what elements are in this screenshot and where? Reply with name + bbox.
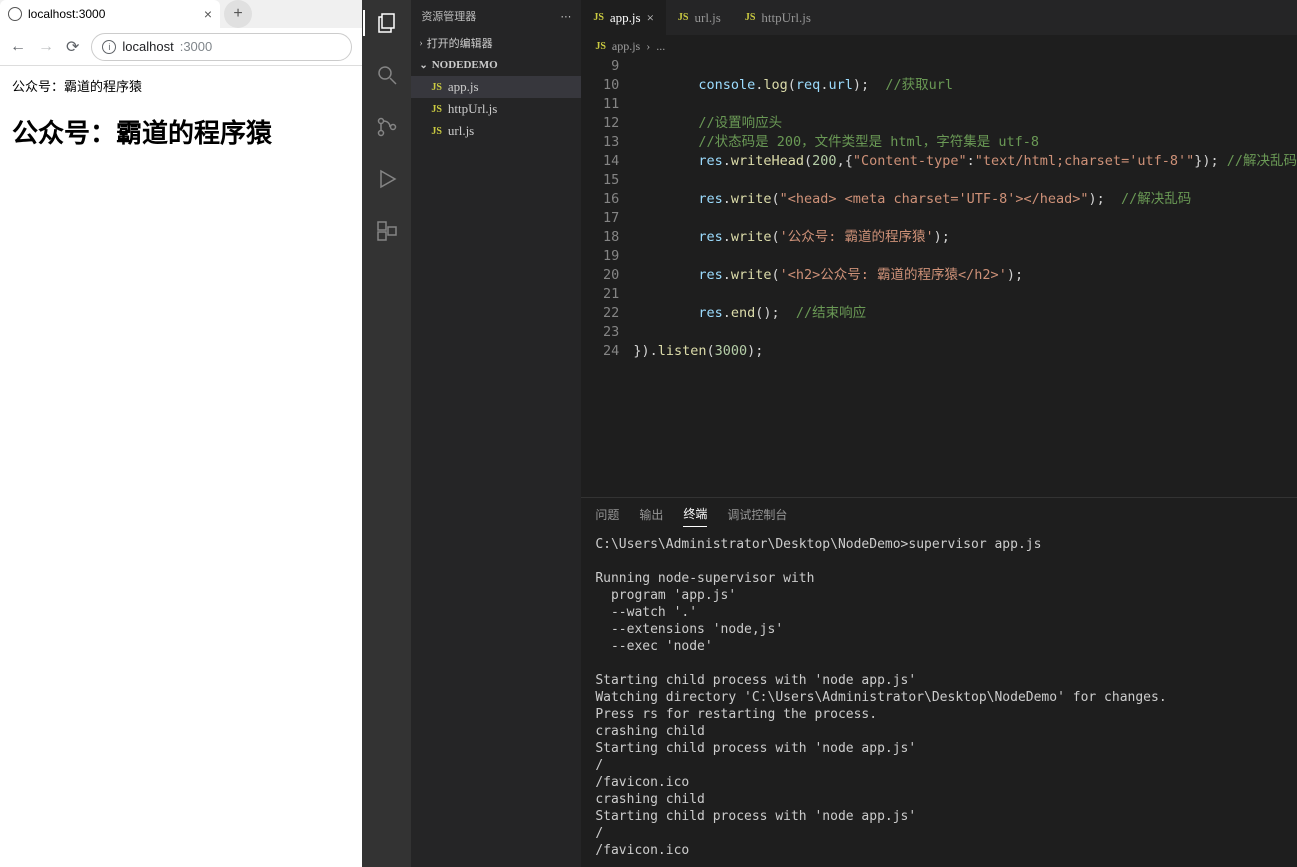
js-icon: JS [678,12,689,23]
js-icon: JS [431,126,442,137]
code-editor[interactable]: 9101112131415161718192021222324 console.… [581,57,1297,497]
tab-terminal[interactable]: 终端 [683,501,707,527]
tab-label: url.js [694,10,720,26]
page-heading: 公众号：霸道的程序猿 [12,113,350,150]
url-port: :3000 [180,39,213,54]
tab-label: app.js [610,10,641,26]
close-icon[interactable]: × [204,6,212,22]
breadcrumb[interactable]: JS app.js › ... [581,35,1297,57]
tab-title: localhost:3000 [28,7,105,21]
new-tab-button[interactable]: + [224,0,252,28]
chevron-right-icon: › [419,38,422,49]
file-item[interactable]: JS url.js [411,120,581,142]
breadcrumb-file: app.js [612,39,640,54]
file-item[interactable]: JS httpUrl.js [411,98,581,120]
forward-icon[interactable]: → [38,38,54,56]
more-icon[interactable]: ⋯ [560,10,571,23]
browser-window: localhost:3000 × + ← → ⟳ i localhost:300… [0,0,363,867]
section-label: 打开的编辑器 [427,35,493,51]
back-icon[interactable]: ← [10,38,26,56]
chevron-right-icon: › [646,39,650,54]
browser-tab[interactable]: localhost:3000 × [0,0,220,28]
file-name: app.js [448,79,479,95]
close-icon[interactable]: × [647,10,654,26]
file-name: url.js [448,123,474,139]
editor-area: JS app.js × JS url.js JS httpUrl.js JS app.js … [581,0,1297,867]
page-text: 公众号：霸道的程序猿 [12,76,350,95]
js-icon: JS [595,41,606,52]
sidebar-title: 资源管理器 [421,8,476,24]
reload-icon[interactable]: ⟳ [66,37,79,57]
search-icon[interactable] [374,62,400,88]
line-numbers: 9101112131415161718192021222324 [581,57,633,497]
info-icon[interactable]: i [102,40,116,54]
bottom-panel: 问题 输出 终端 调试控制台 C:\Users\Administrator\De… [581,497,1297,867]
browser-toolbar: ← → ⟳ i localhost :3000 [0,28,362,66]
js-icon: JS [745,12,756,23]
editor-tab[interactable]: JS httpUrl.js [733,0,823,35]
terminal-content[interactable]: C:\Users\Administrator\Desktop\NodeDemo>… [581,530,1297,867]
tab-problems[interactable]: 问题 [595,502,619,527]
browser-page: 公众号：霸道的程序猿 公众号：霸道的程序猿 [0,66,362,160]
explorer-icon[interactable] [374,10,400,36]
project-section[interactable]: ⌄ NODEDEMO [411,54,581,76]
address-bar[interactable]: i localhost :3000 [91,33,352,61]
breadcrumb-more: ... [656,39,665,54]
sidebar-header: 资源管理器 ⋯ [411,0,581,32]
project-name: NODEDEMO [432,59,498,71]
js-icon: JS [593,12,604,23]
extensions-icon[interactable] [374,218,400,244]
js-icon: JS [431,104,442,115]
explorer-sidebar: 资源管理器 ⋯ › 打开的编辑器 ⌄ NODEDEMO JS app.js JS ht… [411,0,581,867]
tab-debug-console[interactable]: 调试控制台 [727,502,787,527]
vscode-window: 资源管理器 ⋯ › 打开的编辑器 ⌄ NODEDEMO JS app.js JS ht… [363,0,1297,867]
tab-output[interactable]: 输出 [639,502,663,527]
file-name: httpUrl.js [448,101,497,117]
tab-label: httpUrl.js [761,10,810,26]
globe-icon [8,7,22,21]
editor-tabs: JS app.js × JS url.js JS httpUrl.js [581,0,1297,35]
file-item[interactable]: JS app.js [411,76,581,98]
chevron-down-icon: ⌄ [419,60,427,71]
debug-icon[interactable] [374,166,400,192]
panel-tabs: 问题 输出 终端 调试控制台 [581,498,1297,530]
url-host: localhost [122,39,173,54]
js-icon: JS [431,82,442,93]
editor-tab[interactable]: JS app.js × [581,0,666,35]
open-editors-section[interactable]: › 打开的编辑器 [411,32,581,54]
code-content[interactable]: console.log(req.url); //获取url //设置响应头 //… [633,57,1297,497]
activity-bar [363,0,411,867]
browser-tabstrip: localhost:3000 × + [0,0,362,28]
editor-tab[interactable]: JS url.js [666,0,733,35]
source-control-icon[interactable] [374,114,400,140]
